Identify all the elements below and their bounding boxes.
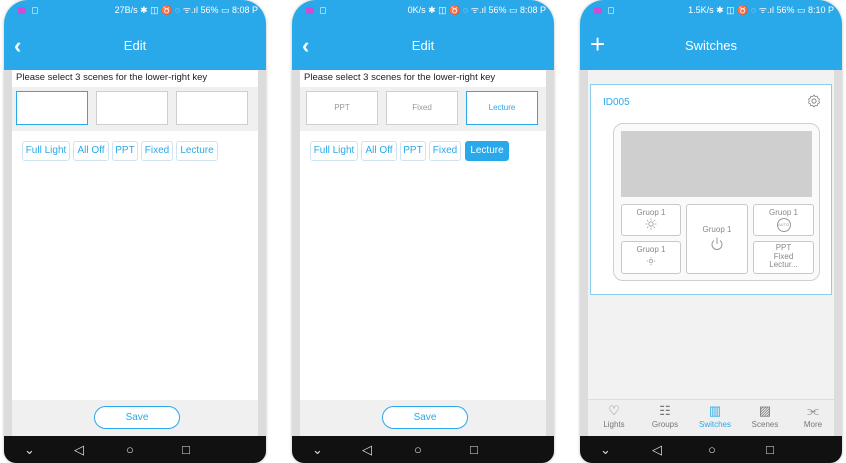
scene-slot-2[interactable]: Fixed [386, 91, 458, 125]
groups-icon: ☷ [659, 403, 671, 418]
status-text: 1.5K/s ✱ ◫ ♉ ◌ ᯤ.ıl 56% ▭ 8:10 P [688, 5, 834, 15]
key-label: Gruop 1 [702, 225, 732, 234]
chip-fixed[interactable]: Fixed [429, 141, 461, 161]
tab-lights[interactable]: ♡ Lights [594, 402, 634, 430]
notification-icon [594, 7, 602, 14]
page-title: Edit [123, 38, 147, 53]
gear-icon[interactable] [807, 94, 821, 108]
nav-recent-icon[interactable]: □ [182, 436, 190, 463]
android-nav-bar: ⌄ ◁ ○ □ [4, 436, 266, 463]
tab-switches[interactable]: ▥ Switches [695, 402, 735, 430]
save-bar: Save [300, 400, 546, 436]
power-icon [711, 237, 723, 250]
switch-card[interactable]: ID005 Gruop 1 Gruop 1 Gruop 1 Gruop 1 AU… [590, 84, 832, 295]
android-nav-bar: ⌄ ◁ ○ □ [292, 436, 554, 463]
switch-icon: ▥ [708, 403, 722, 418]
tab-groups[interactable]: ☷ Groups [645, 402, 685, 430]
phone-edit-empty: 27B/s ✱ ◫ ♉ ◌ ᯤ.ıl 56% ▭ 8:08 P ‹ Edit P… [4, 0, 266, 463]
key-label: Gruop 1 [636, 245, 666, 254]
notification-icon [306, 7, 314, 14]
nav-home-icon[interactable]: ○ [708, 436, 716, 463]
key-label: Gruop 1 [636, 208, 666, 217]
tab-label: Scenes [751, 420, 779, 429]
key-label: Gruop 1 [769, 208, 798, 217]
app-bar: + Switches [580, 21, 842, 70]
scene-slot-1[interactable]: PPT [306, 91, 378, 125]
key-middle[interactable]: Gruop 1 [686, 204, 748, 274]
tab-scenes[interactable]: ▨ Scenes [745, 402, 785, 430]
tab-label: Groups [651, 420, 679, 429]
key-bottom-left[interactable]: Gruop 1 [621, 241, 681, 274]
instruction-text: Please select 3 scenes for the lower-rig… [304, 72, 496, 83]
status-bar: 27B/s ✱ ◫ ♉ ◌ ᯤ.ıl 56% ▭ 8:08 P [4, 0, 266, 21]
nav-down-icon[interactable]: ⌄ [600, 436, 611, 463]
tab-more[interactable]: ⫘ More [793, 402, 833, 430]
key-bottom-right[interactable]: PPT Fixed Lectur... [753, 241, 814, 274]
chip-fixed[interactable]: Fixed [141, 141, 173, 161]
save-bar: Save [12, 400, 258, 436]
chip-lecture[interactable]: Lecture [465, 141, 509, 161]
status-text: 27B/s ✱ ◫ ♉ ◌ ᯤ.ıl 56% ▭ 8:08 P [114, 5, 258, 15]
sim-icon [320, 7, 326, 14]
chip-ppt[interactable]: PPT [400, 141, 426, 161]
bottom-tab-bar: ♡ Lights ☷ Groups ▥ Switches ▨ Scenes ⫘ … [588, 399, 834, 436]
switches-screen: ID005 Gruop 1 Gruop 1 Gruop 1 Gruop 1 AU… [588, 70, 834, 436]
chip-lecture[interactable]: Lecture [176, 141, 218, 161]
page-title: Switches [684, 38, 738, 53]
notification-icon [18, 7, 26, 14]
nav-down-icon[interactable]: ⌄ [24, 436, 35, 463]
chip-ppt[interactable]: PPT [112, 141, 138, 161]
share-icon: ⫘ [807, 403, 819, 418]
scene-slot-2[interactable] [96, 91, 168, 125]
sim-icon [608, 7, 614, 14]
page-title: Edit [411, 38, 435, 53]
save-button[interactable]: Save [382, 406, 468, 429]
chip-full-light[interactable]: Full Light [310, 141, 358, 161]
tab-label: Switches [698, 420, 731, 429]
panel-display [621, 131, 812, 197]
phone-edit-selected: 0K/s ✱ ◫ ♉ ◌ ᯤ.ıl 56% ▭ 8:08 P ‹ Edit Pl… [292, 0, 554, 463]
nav-back-icon[interactable]: ◁ [362, 436, 372, 463]
nav-back-icon[interactable]: ◁ [74, 436, 84, 463]
nav-back-icon[interactable]: ◁ [652, 436, 662, 463]
chip-all-off[interactable]: All Off [73, 141, 109, 161]
app-bar: ‹ Edit [4, 21, 266, 70]
edit-screen: Please select 3 scenes for the lower-rig… [12, 70, 258, 436]
save-button[interactable]: Save [94, 406, 180, 429]
nav-recent-icon[interactable]: □ [766, 436, 774, 463]
status-text: 0K/s ✱ ◫ ♉ ◌ ᯤ.ıl 56% ▭ 8:08 P [407, 5, 546, 15]
auto-badge-text: AUTO [777, 222, 790, 227]
key-top-right[interactable]: Gruop 1 AUTO [753, 204, 814, 236]
scene-slot-row: PPT Fixed Lecture [300, 87, 546, 131]
chip-all-off[interactable]: All Off [361, 141, 397, 161]
tab-label: Lights [603, 420, 625, 429]
scenes-icon: ▨ [758, 403, 772, 418]
nav-home-icon[interactable]: ○ [126, 436, 134, 463]
scene-slot-1[interactable] [16, 91, 88, 125]
chip-full-light[interactable]: Full Light [22, 141, 70, 161]
bulb-icon: ♡ [608, 403, 620, 418]
auto-badge: AUTO [776, 218, 791, 232]
scene-slot-3[interactable] [176, 91, 248, 125]
tab-label: More [803, 420, 823, 429]
instruction-text: Please select 3 scenes for the lower-rig… [16, 72, 208, 83]
android-nav-bar: ⌄ ◁ ○ □ [580, 436, 842, 463]
edit-screen: Please select 3 scenes for the lower-rig… [300, 70, 546, 436]
status-bar: 1.5K/s ✱ ◫ ♉ ◌ ᯤ.ıl 56% ▭ 8:10 P [580, 0, 842, 21]
sim-icon [32, 7, 38, 14]
status-bar: 0K/s ✱ ◫ ♉ ◌ ᯤ.ıl 56% ▭ 8:08 P [292, 0, 554, 21]
app-bar: ‹ Edit [292, 21, 554, 70]
phone-switches: 1.5K/s ✱ ◫ ♉ ◌ ᯤ.ıl 56% ▭ 8:10 P + Switc… [580, 0, 842, 463]
scene-slot-3[interactable]: Lecture [466, 91, 538, 125]
nav-home-icon[interactable]: ○ [414, 436, 422, 463]
device-id: ID005 [603, 97, 630, 108]
key-top-left[interactable]: Gruop 1 [621, 204, 681, 236]
scene-line-3: Lectur... [769, 260, 798, 269]
nav-recent-icon[interactable]: □ [470, 436, 478, 463]
switch-panel: Gruop 1 Gruop 1 Gruop 1 Gruop 1 AUTO PPT… [613, 123, 820, 281]
sun-icon [645, 218, 657, 230]
scene-slot-row [12, 87, 258, 131]
sun-small-icon [646, 256, 656, 266]
nav-down-icon[interactable]: ⌄ [312, 436, 323, 463]
